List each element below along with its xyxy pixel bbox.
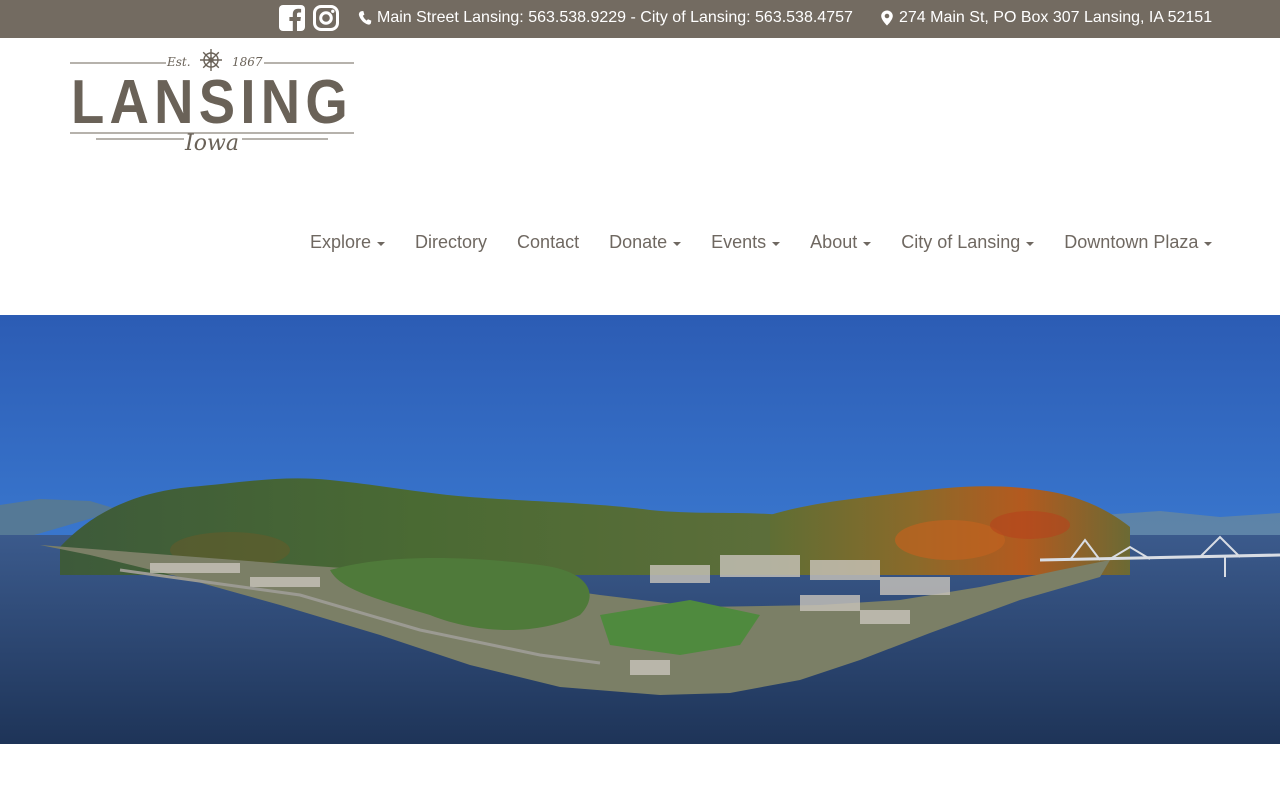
aerial-panorama-image <box>0 315 1280 744</box>
lansing-logo-graphic: Est. 1867 LANSING Iowa <box>70 49 354 156</box>
nav-item-about[interactable]: About <box>810 232 872 253</box>
top-info-bar: Main Street Lansing: 563.538.9229 - City… <box>0 0 1280 38</box>
nav-item-city-of-lansing[interactable]: City of Lansing <box>901 232 1035 253</box>
caret-down-icon <box>673 242 682 246</box>
nav-item-label: Downtown Plaza <box>1064 232 1199 252</box>
nav-item-label: Donate <box>609 232 668 252</box>
logo-state-text: Iowa <box>184 131 239 156</box>
main-navigation: Explore Directory Contact Donate Events … <box>310 232 1213 253</box>
nav-item-label: About <box>810 232 858 252</box>
social-links <box>278 4 340 32</box>
caret-down-icon <box>1204 242 1213 246</box>
nav-item-label: Contact <box>517 232 580 252</box>
caret-down-icon <box>772 242 781 246</box>
address-link[interactable]: 274 Main St, PO Box 307 Lansing, IA 5215… <box>880 9 1212 27</box>
facebook-link[interactable] <box>278 4 306 32</box>
nav-item-explore[interactable]: Explore <box>310 232 386 253</box>
site-logo[interactable]: Est. 1867 LANSING Iowa <box>66 44 358 158</box>
nav-item-directory[interactable]: Directory <box>415 232 487 253</box>
nav-item-label: City of Lansing <box>901 232 1021 252</box>
map-marker-icon <box>881 10 893 26</box>
nav-item-events[interactable]: Events <box>711 232 781 253</box>
caret-down-icon <box>1026 242 1035 246</box>
hero-banner <box>0 315 1280 744</box>
instagram-link[interactable] <box>312 4 340 32</box>
address-text: 274 Main St, PO Box 307 Lansing, IA 5215… <box>899 9 1213 26</box>
nav-item-label: Directory <box>415 232 488 252</box>
facebook-square-icon <box>279 5 305 32</box>
phone-icon <box>358 11 372 25</box>
phone-contact-link[interactable]: Main Street Lansing: 563.538.9229 - City… <box>358 9 853 27</box>
logo-year-text: 1867 <box>232 55 263 69</box>
caret-down-icon <box>377 242 386 246</box>
nav-item-downtown-plaza[interactable]: Downtown Plaza <box>1064 232 1213 253</box>
nav-item-label: Events <box>711 232 767 252</box>
logo-name-text: LANSING <box>71 68 353 137</box>
nav-item-label: Explore <box>310 232 372 252</box>
caret-down-icon <box>863 242 872 246</box>
instagram-icon <box>313 5 339 31</box>
logo-est-text: Est. <box>166 55 191 69</box>
phone-text: Main Street Lansing: 563.538.9229 - City… <box>377 9 853 26</box>
nav-item-contact[interactable]: Contact <box>517 232 579 253</box>
nav-item-donate[interactable]: Donate <box>609 232 682 253</box>
